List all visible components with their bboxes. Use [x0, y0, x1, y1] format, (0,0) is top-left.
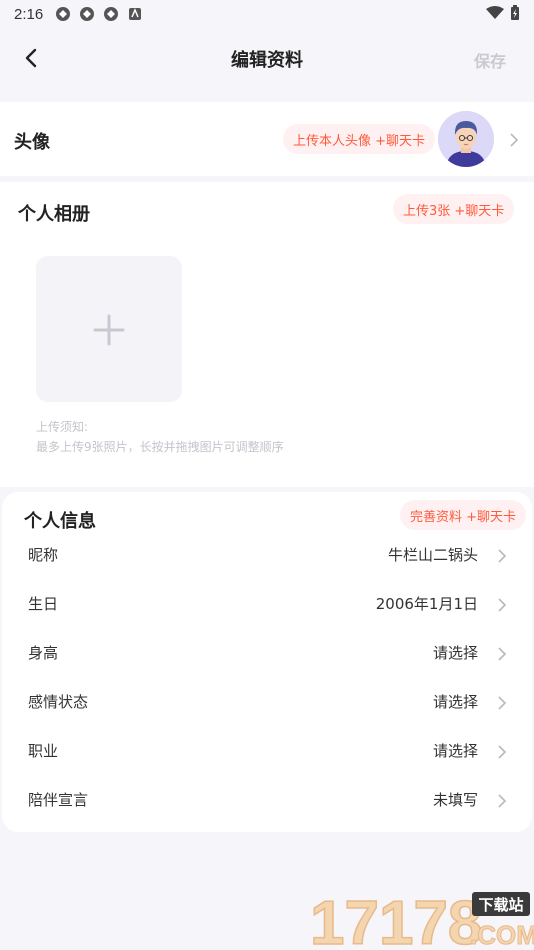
album-reward-badge: 上传3张 +聊天卡 [393, 194, 515, 224]
site-watermark-logo: 17178 下载站 .COM [309, 888, 534, 950]
avatar-section-title: 头像 [14, 132, 50, 153]
album-section-title: 个人相册 [18, 204, 90, 225]
row-label: 职业 [28, 742, 59, 760]
page-title: 编辑资料 [231, 50, 303, 71]
chevron-right-icon [498, 696, 507, 710]
row-value: 请选择 [432, 742, 478, 760]
album-section: 个人相册 上传3张 +聊天卡 上传须知: 最多上传9张照片，长按并拖拽图片可调整… [0, 182, 534, 487]
personal-info-section: 个人信息 完善资料 +聊天卡 昵称 牛栏山二锅头 生日 2006年1月1日 身高… [2, 492, 532, 832]
watermark-number: 17178 [310, 889, 482, 950]
row-label: 感情状态 [28, 693, 89, 711]
upload-note-body: 最多上传9张照片，长按并拖拽图片可调整顺序 [36, 440, 284, 454]
text-notification-icon [129, 8, 142, 20]
row-value: 请选择 [432, 644, 478, 662]
status-bar: 2:16 [0, 0, 534, 28]
row-label: 身高 [28, 644, 59, 662]
watermark-domain: .COM [470, 920, 534, 950]
info-row-birthday[interactable]: 生日 2006年1月1日 [2, 585, 532, 625]
chevron-right-icon [498, 794, 507, 808]
row-label: 昵称 [28, 546, 59, 564]
info-row-nickname[interactable]: 昵称 牛栏山二锅头 [2, 536, 532, 576]
app-notification-icon [56, 7, 71, 21]
wifi-icon [486, 6, 504, 19]
info-row-declaration[interactable]: 陪伴宣言 未填写 [2, 781, 532, 821]
avatar-reward-badge: 上传本人头像 +聊天卡 [283, 124, 436, 154]
watermark-tag: 下载站 [478, 896, 523, 914]
status-time: 2:16 [14, 5, 44, 23]
back-arrow-icon[interactable] [20, 46, 44, 70]
info-row-height[interactable]: 身高 请选择 [2, 634, 532, 674]
app-notification-icon [80, 7, 95, 21]
upload-note-title: 上传须知: [36, 420, 89, 434]
info-row-occupation[interactable]: 职业 请选择 [2, 732, 532, 772]
chevron-right-icon [498, 745, 507, 759]
nav-bar: 编辑资料 保存 [0, 28, 534, 90]
battery-icon [511, 5, 519, 20]
info-reward-badge: 完善资料 +聊天卡 [400, 500, 527, 530]
avatar-section[interactable]: 头像 上传本人头像 +聊天卡 [0, 102, 534, 176]
avatar-illustration [438, 111, 494, 167]
add-photo-button[interactable] [36, 256, 182, 402]
row-value: 未填写 [432, 791, 478, 809]
chevron-right-icon [498, 647, 507, 661]
chevron-right-icon [498, 549, 507, 563]
row-value: 牛栏山二锅头 [387, 546, 478, 564]
avatar[interactable] [438, 111, 494, 167]
chevron-right-icon [498, 598, 507, 612]
row-value: 2006年1月1日 [375, 595, 478, 613]
row-label: 陪伴宣言 [28, 791, 89, 809]
chevron-right-icon [510, 133, 519, 147]
row-value: 请选择 [432, 693, 478, 711]
info-row-relationship[interactable]: 感情状态 请选择 [2, 683, 532, 723]
app-notification-icon [104, 7, 119, 21]
save-button[interactable]: 保存 [474, 48, 506, 72]
row-label: 生日 [28, 595, 59, 613]
info-section-title: 个人信息 [24, 511, 96, 532]
plus-icon [93, 314, 125, 346]
